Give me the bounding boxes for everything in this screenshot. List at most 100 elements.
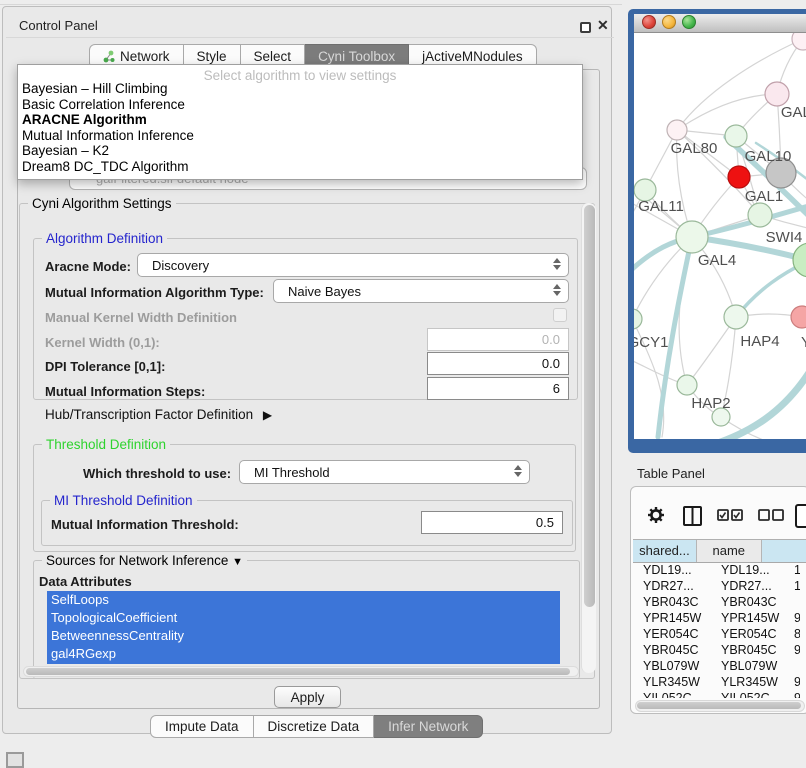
node-label: GAL80 [671,140,718,157]
node-label: GAL4 [698,252,736,269]
kernel-width-field[interactable]: 0.0 [427,328,569,351]
table-row[interactable]: YBL079WYBL079W [633,658,806,674]
mi-type-combo[interactable]: Naive Bayes [273,279,569,303]
kernel-width-label: Kernel Width (0,1): [45,335,160,350]
network-node[interactable] [791,306,806,328]
split-columns-icon[interactable] [682,505,704,527]
corner-panel-icon[interactable] [6,752,24,768]
hub-definition-toggle[interactable]: Hub/Transcription Factor Definition ▶ [45,407,272,422]
mi-steps-label: Mutual Information Steps: [45,384,205,399]
network-node[interactable] [667,120,687,140]
tab-infer-network[interactable]: Infer Network [374,715,483,738]
table-row[interactable]: YDR27...YDR27...12 [633,578,806,594]
data-attributes-label: Data Attributes [39,574,132,589]
attribute-item[interactable]: BetweennessCentrality [47,627,560,645]
settings-scrollbar-track[interactable] [581,203,596,673]
network-window-titlebar[interactable] [634,14,806,33]
table-row[interactable]: YPR145WYPR145W9. [633,610,806,626]
network-node[interactable] [748,203,772,227]
tab-discretize-data[interactable]: Discretize Data [254,715,375,738]
table-row[interactable]: YER054CYER054C8. [633,626,806,642]
dpi-tolerance-field[interactable]: 0.0 [427,352,569,375]
table-header: shared...name [633,539,806,563]
close-icon[interactable]: ✕ [597,17,609,34]
node-label: GAL11 [638,198,684,215]
table-row[interactable]: YBR043CYBR043C [633,594,806,610]
mi-threshold-label: Mutual Information Threshold: [51,517,239,532]
column-header[interactable] [762,540,806,562]
dpi-tolerance-label: DPI Tolerance [0,1]: [45,359,165,374]
window-top-border [0,4,622,5]
table-row[interactable]: YBR045CYBR045C9. [633,642,806,658]
mi-steps-field[interactable]: 6 [427,377,569,400]
network-node[interactable] [728,166,750,188]
table-cell: YER054C [633,626,711,642]
table-cell: YLR345W [633,674,711,690]
attribute-item[interactable]: TopologicalCoefficient [47,609,560,627]
settings-hscrollbar-track[interactable] [23,666,579,677]
table-cell: YIL052C [711,690,790,698]
algorithm-option[interactable]: Basic Correlation Inference [18,97,582,113]
column-header[interactable]: name [697,540,762,562]
table-row[interactable]: YDL19...YDL19...13 [633,562,806,578]
data-attributes-list: SelfLoopsTopologicalCoefficientBetweenne… [47,591,560,664]
sources-title[interactable]: Sources for Network Inference ▼ [42,553,247,568]
table-cell [790,594,800,610]
network-graph: GAL7GAL80GAL10GAL1GAL11SWI4GAL4GCY1HAP4Y… [634,33,806,439]
table-cell: YDR27... [711,578,790,594]
algorithm-dropdown-popup: Select algorithm to view settings Bayesi… [17,64,583,180]
which-threshold-combo[interactable]: MI Threshold [239,460,530,484]
collapse-down-icon: ▼ [232,556,243,568]
algorithm-option[interactable]: ARACNE Algorithm [18,112,582,128]
gear-icon[interactable] [647,506,665,524]
tab-impute-data[interactable]: Impute Data [150,715,254,738]
column-header[interactable]: shared... [633,540,697,562]
algorithm-placeholder: Select algorithm to view settings [18,65,582,81]
expand-right-icon: ▶ [263,408,272,422]
algorithm-option[interactable]: Bayesian – Hill Climbing [18,81,582,97]
table-cell: 13 [790,562,800,578]
network-node[interactable] [677,375,697,395]
table-cell: YDL19... [633,562,711,578]
deselect-all-columns-icon[interactable] [758,509,784,522]
node-label: Y [801,334,806,351]
settings-hscrollbar-thumb[interactable] [26,668,570,675]
algorithm-option[interactable]: Bayesian – K2 [18,143,582,159]
manual-kernel-checkbox[interactable] [553,308,567,322]
table-cell: YIL052C [633,690,711,698]
attribute-item[interactable]: gal4RGexp [47,645,560,663]
select-all-columns-icon[interactable] [717,509,743,522]
table-hscrollbar-track[interactable] [635,700,805,712]
table-row[interactable]: YIL052CYIL052C9 [633,690,806,698]
network-node[interactable] [725,125,747,147]
algorithm-option[interactable]: Mutual Information Inference [18,128,582,144]
mi-type-label: Mutual Information Algorithm Type: [45,285,264,300]
mi-threshold-field[interactable]: 0.5 [421,511,563,534]
network-node[interactable] [724,305,748,329]
network-icon [103,50,115,63]
table-row[interactable]: YLR345WYLR345W9. [633,674,806,690]
combo-arrows-icon [553,284,561,296]
manual-kernel-label: Manual Kernel Width Definition [45,310,237,325]
attribute-item[interactable]: SelfLoops [47,591,560,609]
network-node[interactable] [792,33,806,50]
algorithm-option[interactable]: Dream8 DC_TDC Algorithm [18,159,582,175]
table-cell: YBR045C [711,642,790,658]
aracne-mode-label: Aracne Mode: [45,259,131,274]
network-node[interactable] [793,243,806,277]
network-node[interactable] [634,309,642,329]
cyni-settings-title: Cyni Algorithm Settings [28,196,176,211]
zoom-traffic-light[interactable] [682,15,696,29]
float-window-icon[interactable] [580,22,591,33]
apply-button[interactable]: Apply [274,686,341,708]
minimize-traffic-light[interactable] [662,15,676,29]
settings-scrollbar-thumb[interactable] [584,205,595,607]
aracne-mode-combo[interactable]: Discovery [137,253,569,277]
new-table-icon[interactable] [794,503,806,529]
network-canvas[interactable]: GAL7GAL80GAL10GAL1GAL11SWI4GAL4GCY1HAP4Y… [634,33,806,439]
close-traffic-light[interactable] [642,15,656,29]
table-cell: 8. [790,626,800,642]
network-node[interactable] [765,82,789,106]
network-node[interactable] [676,221,708,253]
table-hscrollbar-thumb[interactable] [637,702,801,709]
